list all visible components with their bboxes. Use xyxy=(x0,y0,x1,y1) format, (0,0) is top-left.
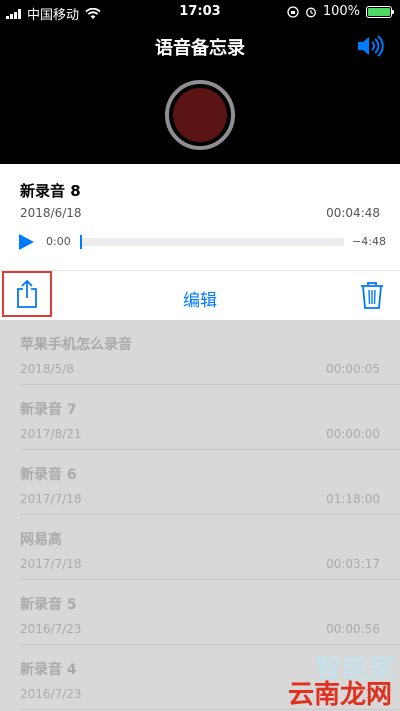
battery-icon xyxy=(366,5,394,18)
recording-title: 新录音 6 xyxy=(20,467,77,483)
recording-date: 2018/5/8 xyxy=(20,362,74,376)
playback-remaining: −4:48 xyxy=(352,235,386,248)
record-icon xyxy=(173,88,227,142)
recording-duration: 00:00:05 xyxy=(326,362,380,376)
orientation-lock-icon xyxy=(287,5,299,18)
list-item[interactable]: 苹果手机怎么录音 2018/5/8 00:00:05 xyxy=(20,320,400,385)
recording-date: 2017/7/18 xyxy=(20,557,82,571)
recording-duration: 00:00:56 xyxy=(326,622,380,636)
recording-date: 2016/7/23 xyxy=(20,622,82,636)
record-button[interactable] xyxy=(165,80,235,150)
alarm-icon xyxy=(305,7,316,17)
recording-title: 新录音 4 xyxy=(20,662,77,678)
page-title: 语音备忘录 xyxy=(155,38,245,59)
recording-title: 新录音 7 xyxy=(20,402,77,418)
recording-title: 新录音 5 xyxy=(20,597,77,613)
speaker-volume-icon[interactable] xyxy=(356,34,386,58)
current-recording-duration: 00:04:48 xyxy=(326,206,380,220)
list-item[interactable]: 新录音 5 2016/7/23 00:00:56 xyxy=(20,580,400,645)
playback-scrubber[interactable] xyxy=(80,235,344,249)
list-item[interactable]: 新录音 7 2017/8/21 00:00:00 xyxy=(20,385,400,450)
recording-title: 网易高 xyxy=(20,532,62,548)
list-item[interactable]: 新录音 6 2017/7/18 01:18:00 xyxy=(20,450,400,515)
recording-duration: 01:18:00 xyxy=(326,492,380,506)
recording-date: 2016/7/23 xyxy=(20,687,82,701)
play-icon[interactable] xyxy=(17,233,35,251)
list-item[interactable]: 网易高 2017/7/18 00:03:17 xyxy=(20,515,400,580)
recording-date: 2017/7/18 xyxy=(20,492,82,506)
toolbar: 编辑 xyxy=(0,270,400,320)
battery-fill xyxy=(368,7,390,16)
playback-elapsed: 0:00 xyxy=(46,235,71,248)
status-right: 100% xyxy=(287,4,394,19)
playback-scrubber-handle[interactable] xyxy=(80,235,82,249)
trash-icon[interactable] xyxy=(360,281,384,309)
current-recording-date: 2018/6/18 xyxy=(20,206,82,220)
current-recording-title: 新录音 8 xyxy=(20,182,81,200)
recording-duration: 00:00:00 xyxy=(326,427,380,441)
recording-duration: 00:03:17 xyxy=(326,557,380,571)
header: 语音备忘录 xyxy=(0,24,400,164)
battery-percent: 100% xyxy=(322,4,360,19)
recording-date: 2017/8/21 xyxy=(20,427,82,441)
status-bar: 中国移动 17:03 100% xyxy=(0,0,400,24)
recording-title: 苹果手机怎么录音 xyxy=(20,337,132,353)
edit-button[interactable]: 编辑 xyxy=(0,286,400,311)
current-recording: 新录音 8 2018/6/18 00:04:48 0:00 −4:48 xyxy=(0,164,400,270)
watermark-logo: 云南龙网 xyxy=(287,680,392,710)
